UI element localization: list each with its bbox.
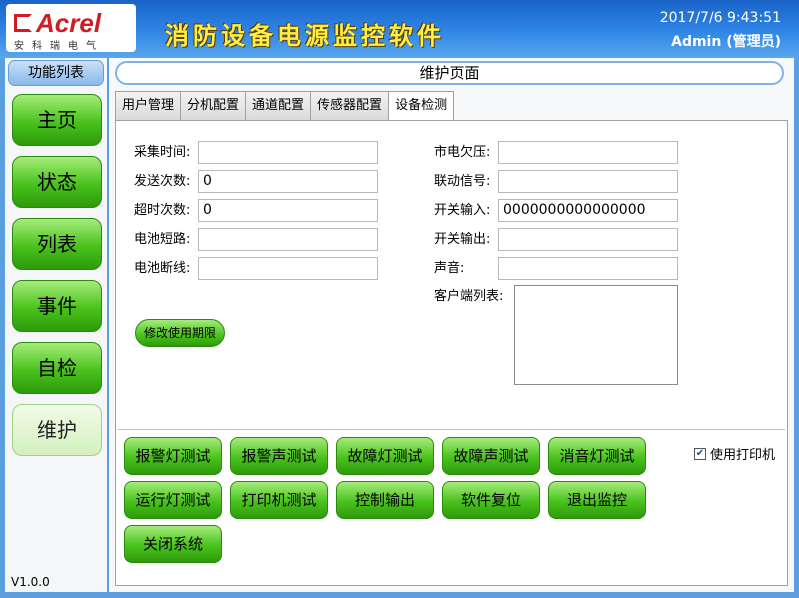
alarm-sound-test-button[interactable]: 报警声测试 xyxy=(230,437,328,475)
datetime: 2017/7/6 9:43:51 xyxy=(659,10,781,26)
use-printer-label: 使用打印机 xyxy=(710,448,776,463)
device-check-panel: 采集时间: 发送次数: 0 超时次数: 0 电池短路: 电池断线: 市电欠压: … xyxy=(115,120,788,586)
logo-mark-icon xyxy=(14,14,32,32)
switch-output-field[interactable] xyxy=(498,228,678,251)
main-panel: 维护页面 用户管理 分机配置 通道配置 传感器配置 设备检测 采集时间: 发送次… xyxy=(109,58,794,592)
field-label-collect-time: 采集时间: xyxy=(134,145,191,160)
printer-test-button[interactable]: 打印机测试 xyxy=(230,481,328,519)
app-title: 消防设备电源监控软件 xyxy=(165,22,445,50)
exit-monitor-button[interactable]: 退出监控 xyxy=(548,481,646,519)
switch-input-field[interactable]: 0000000000000000 xyxy=(498,199,678,222)
mute-light-test-button[interactable]: 消音灯测试 xyxy=(548,437,646,475)
nav-list-button[interactable]: 列表 xyxy=(12,218,102,270)
field-label-battery-short: 电池短路: xyxy=(134,232,191,247)
collect-time-field[interactable] xyxy=(198,141,378,164)
nav-events-button[interactable]: 事件 xyxy=(12,280,102,332)
fault-sound-test-button[interactable]: 故障声测试 xyxy=(442,437,540,475)
send-count-field[interactable]: 0 xyxy=(198,170,378,193)
tab-user-management[interactable]: 用户管理 xyxy=(115,91,181,121)
field-label-battery-disconnect: 电池断线: xyxy=(134,261,191,276)
logo-subtitle: 安科瑞电气 xyxy=(14,41,104,52)
control-output-button[interactable]: 控制输出 xyxy=(336,481,434,519)
nav-selfcheck-button[interactable]: 自检 xyxy=(12,342,102,394)
header-bar: Acrel 安科瑞电气 消防设备电源监控软件 2017/7/6 9:43:51 … xyxy=(0,0,799,58)
field-label-mains-undervoltage: 市电欠压: xyxy=(434,145,491,160)
nav-status-button[interactable]: 状态 xyxy=(12,156,102,208)
tab-sensor-config[interactable]: 传感器配置 xyxy=(310,91,389,121)
field-label-send-count: 发送次数: xyxy=(134,174,191,189)
tab-bar: 用户管理 分机配置 通道配置 传感器配置 设备检测 xyxy=(115,91,455,121)
use-printer-checkbox[interactable]: ✔ 使用打印机 xyxy=(694,444,775,463)
version-label: V1.0.0 xyxy=(11,575,50,589)
divider xyxy=(118,429,785,430)
field-label-switch-output: 开关输出: xyxy=(434,232,491,247)
nav-home-button[interactable]: 主页 xyxy=(12,94,102,146)
field-label-linkage-signal: 联动信号: xyxy=(434,174,491,189)
mains-undervoltage-field[interactable] xyxy=(498,141,678,164)
client-list-label: 客户端列表: xyxy=(434,289,504,304)
logo-text: Acrel xyxy=(36,8,102,38)
logo: Acrel 安科瑞电气 xyxy=(6,4,136,52)
battery-disconnect-field[interactable] xyxy=(198,257,378,280)
software-reset-button[interactable]: 软件复位 xyxy=(442,481,540,519)
battery-short-field[interactable] xyxy=(198,228,378,251)
page-title: 维护页面 xyxy=(115,61,784,85)
nav-maintenance-button[interactable]: 维护 xyxy=(12,404,102,456)
tab-extension-config[interactable]: 分机配置 xyxy=(180,91,246,121)
field-label-sound: 声音: xyxy=(434,261,465,276)
shutdown-system-button[interactable]: 关闭系统 xyxy=(124,525,222,563)
sidebar: 功能列表 主页 状态 列表 事件 自检 维护 V1.0.0 xyxy=(5,58,107,592)
sidebar-title: 功能列表 xyxy=(8,60,104,86)
run-light-test-button[interactable]: 运行灯测试 xyxy=(124,481,222,519)
timeout-count-field[interactable]: 0 xyxy=(198,199,378,222)
current-user: Admin (管理员) xyxy=(671,34,781,50)
tab-device-check[interactable]: 设备检测 xyxy=(388,91,455,121)
tab-channel-config[interactable]: 通道配置 xyxy=(245,91,311,121)
fault-light-test-button[interactable]: 故障灯测试 xyxy=(336,437,434,475)
field-label-timeout-count: 超时次数: xyxy=(134,203,191,218)
modify-expiry-button[interactable]: 修改使用期限 xyxy=(135,319,225,347)
alarm-light-test-button[interactable]: 报警灯测试 xyxy=(124,437,222,475)
field-label-switch-input: 开关输入: xyxy=(434,203,491,218)
checkbox-check-icon[interactable]: ✔ xyxy=(694,447,706,460)
client-list[interactable] xyxy=(514,285,678,385)
sound-field[interactable] xyxy=(498,257,678,280)
linkage-signal-field[interactable] xyxy=(498,170,678,193)
